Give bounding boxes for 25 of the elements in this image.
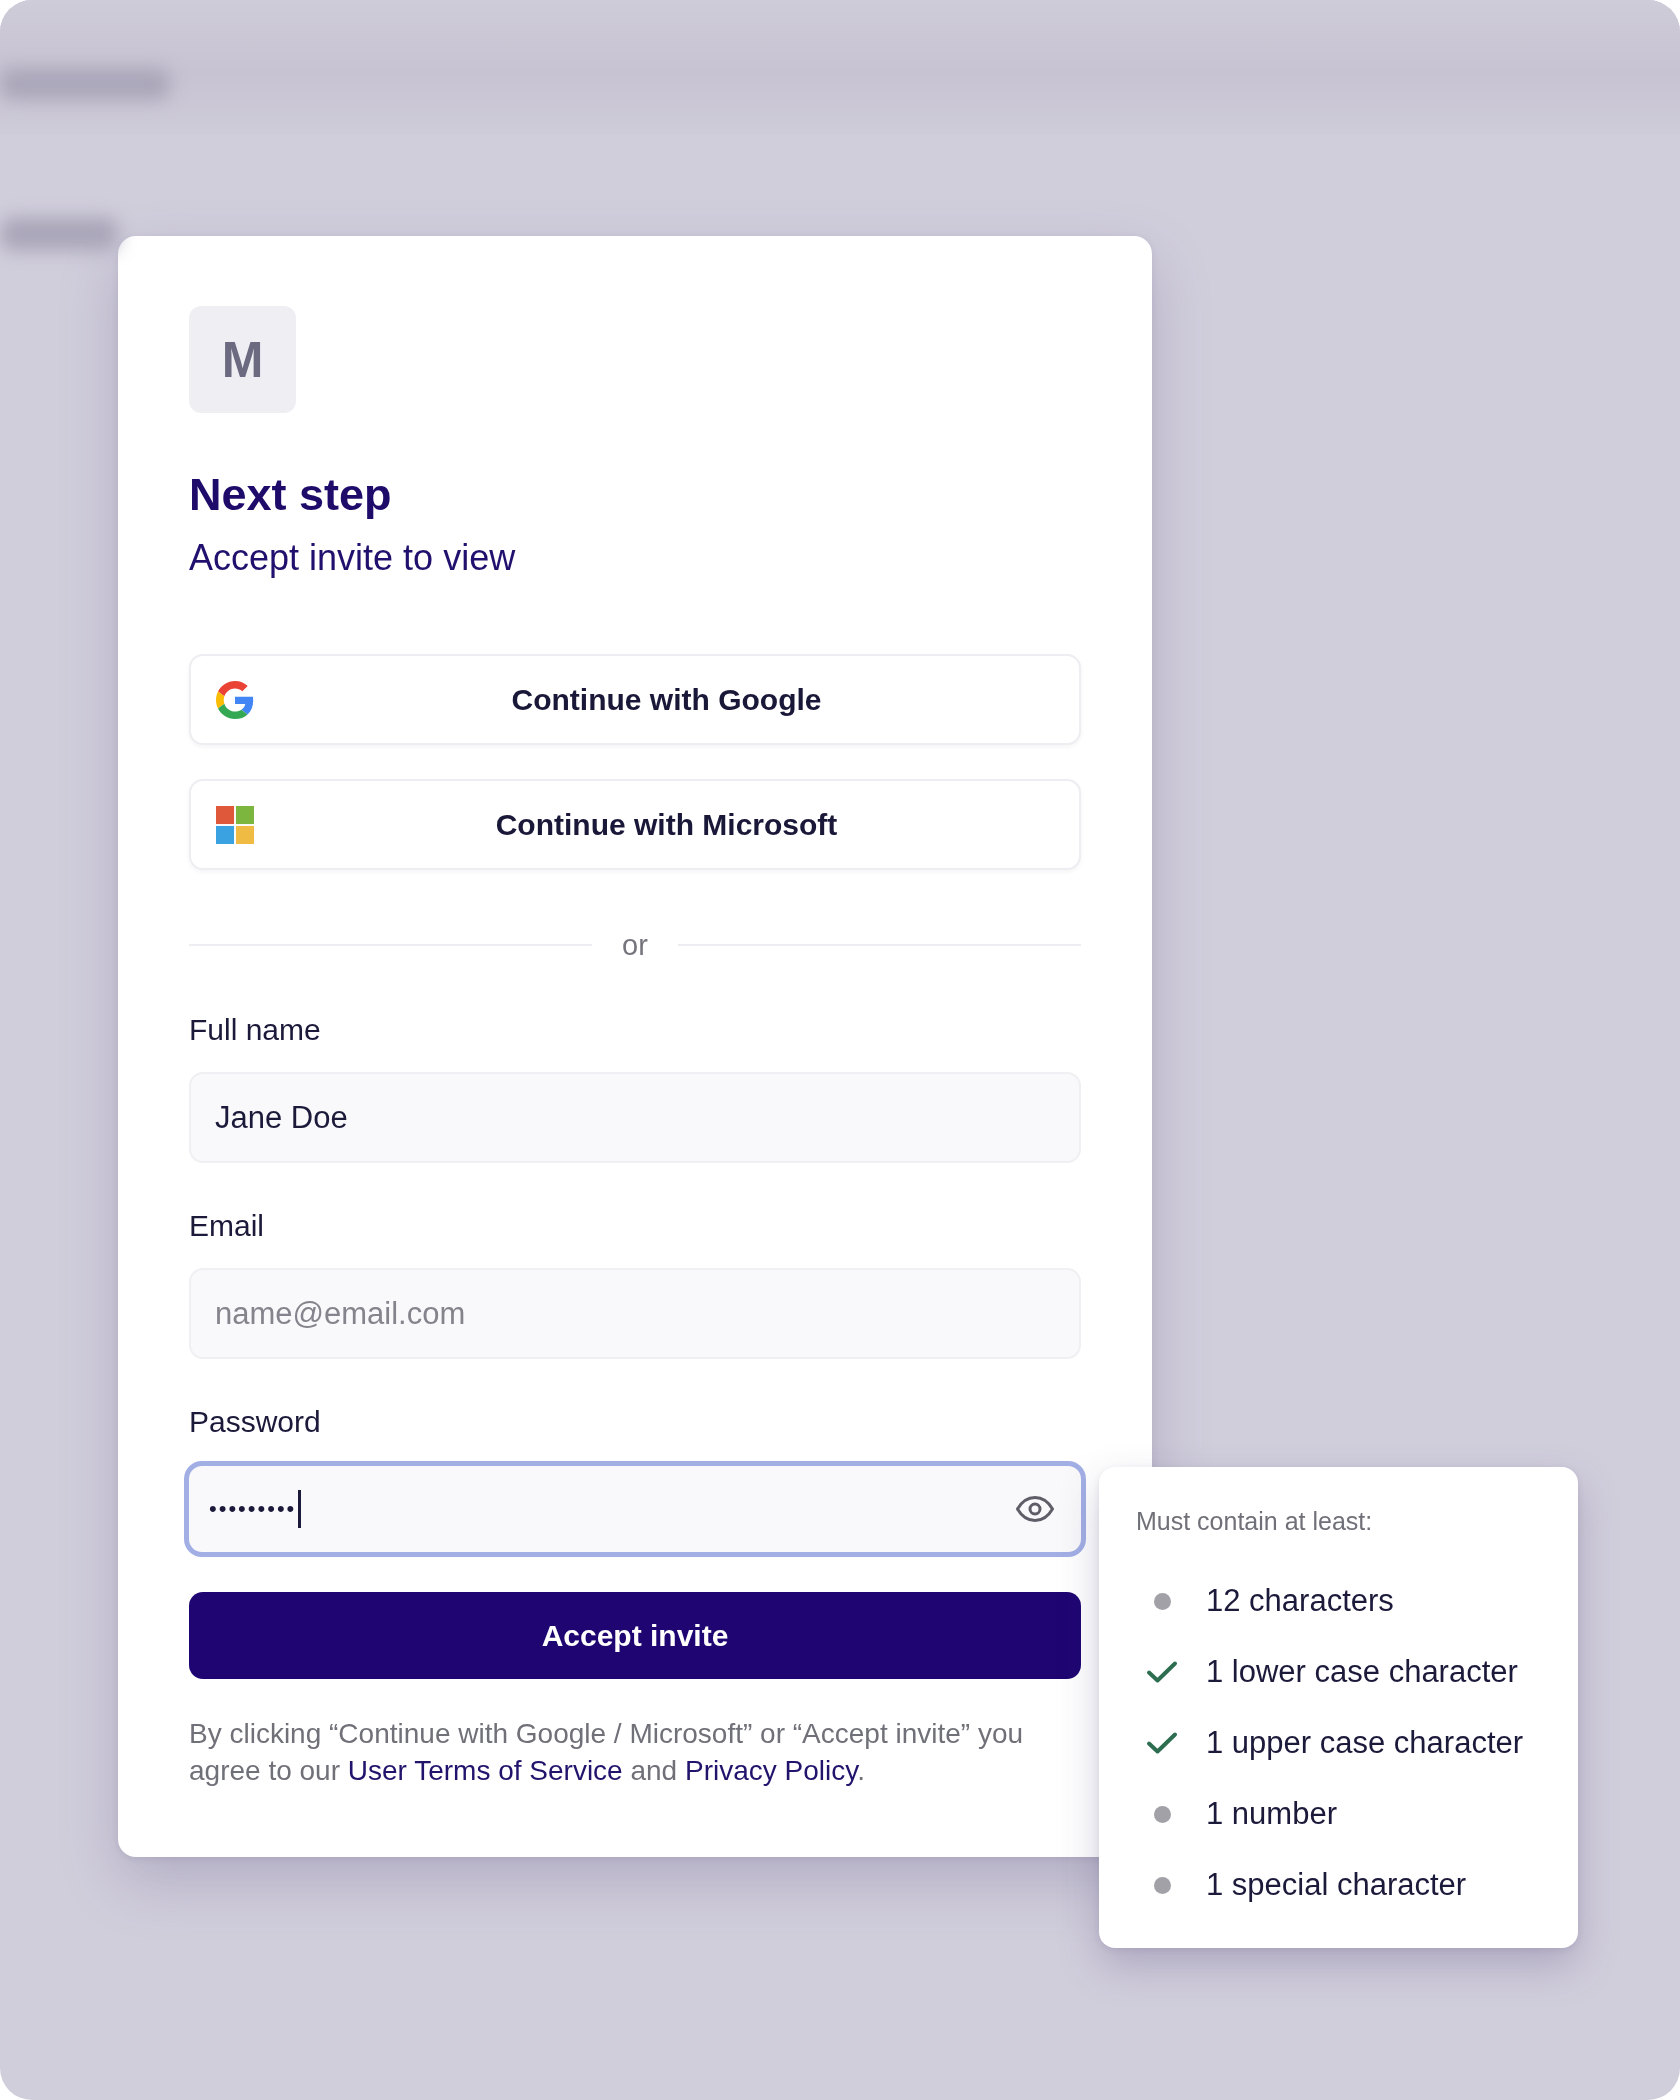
- requirement-text: 1 lower case character: [1206, 1654, 1518, 1690]
- sso-button[interactable]: Continue with Microsoft: [189, 779, 1081, 870]
- popover-title: Must contain at least:: [1136, 1506, 1374, 1537]
- google-logo-icon: [216, 680, 254, 719]
- password-field[interactable]: •••••••••: [184, 1461, 1086, 1557]
- workspace-logo: M: [189, 306, 296, 413]
- accept-invite-button[interactable]: Accept invite: [189, 1592, 1081, 1679]
- requirement-text: 1 upper case character: [1206, 1725, 1524, 1761]
- legal-text: By clicking “Continue with Google / Microsoft” or “Accept invite” you agree to our User Terms of Service and Privacy Policy.: [189, 1717, 1025, 1788]
- field-label: Full name: [189, 1012, 322, 1048]
- page-title: Next step: [189, 469, 393, 521]
- divider-label: or: [622, 928, 648, 963]
- microsoft-logo-icon: [216, 805, 254, 844]
- input-field[interactable]: Jane Doe: [189, 1072, 1081, 1163]
- policy-link[interactable]: User Terms of Service: [347, 1755, 623, 1786]
- field-label: Password: [189, 1404, 322, 1440]
- input-field[interactable]: name@email.com: [189, 1268, 1081, 1359]
- policy-link[interactable]: Privacy Policy: [684, 1755, 858, 1786]
- page-subtitle: Accept invite to view: [189, 536, 517, 580]
- field-label: Email: [189, 1208, 265, 1244]
- requirement-text: 12 characters: [1206, 1583, 1394, 1619]
- requirement-text: 1 special character: [1206, 1867, 1467, 1903]
- sso-button[interactable]: Continue with Google: [189, 654, 1081, 745]
- eye-icon[interactable]: [1015, 1495, 1055, 1523]
- requirement-text: 1 number: [1206, 1796, 1337, 1832]
